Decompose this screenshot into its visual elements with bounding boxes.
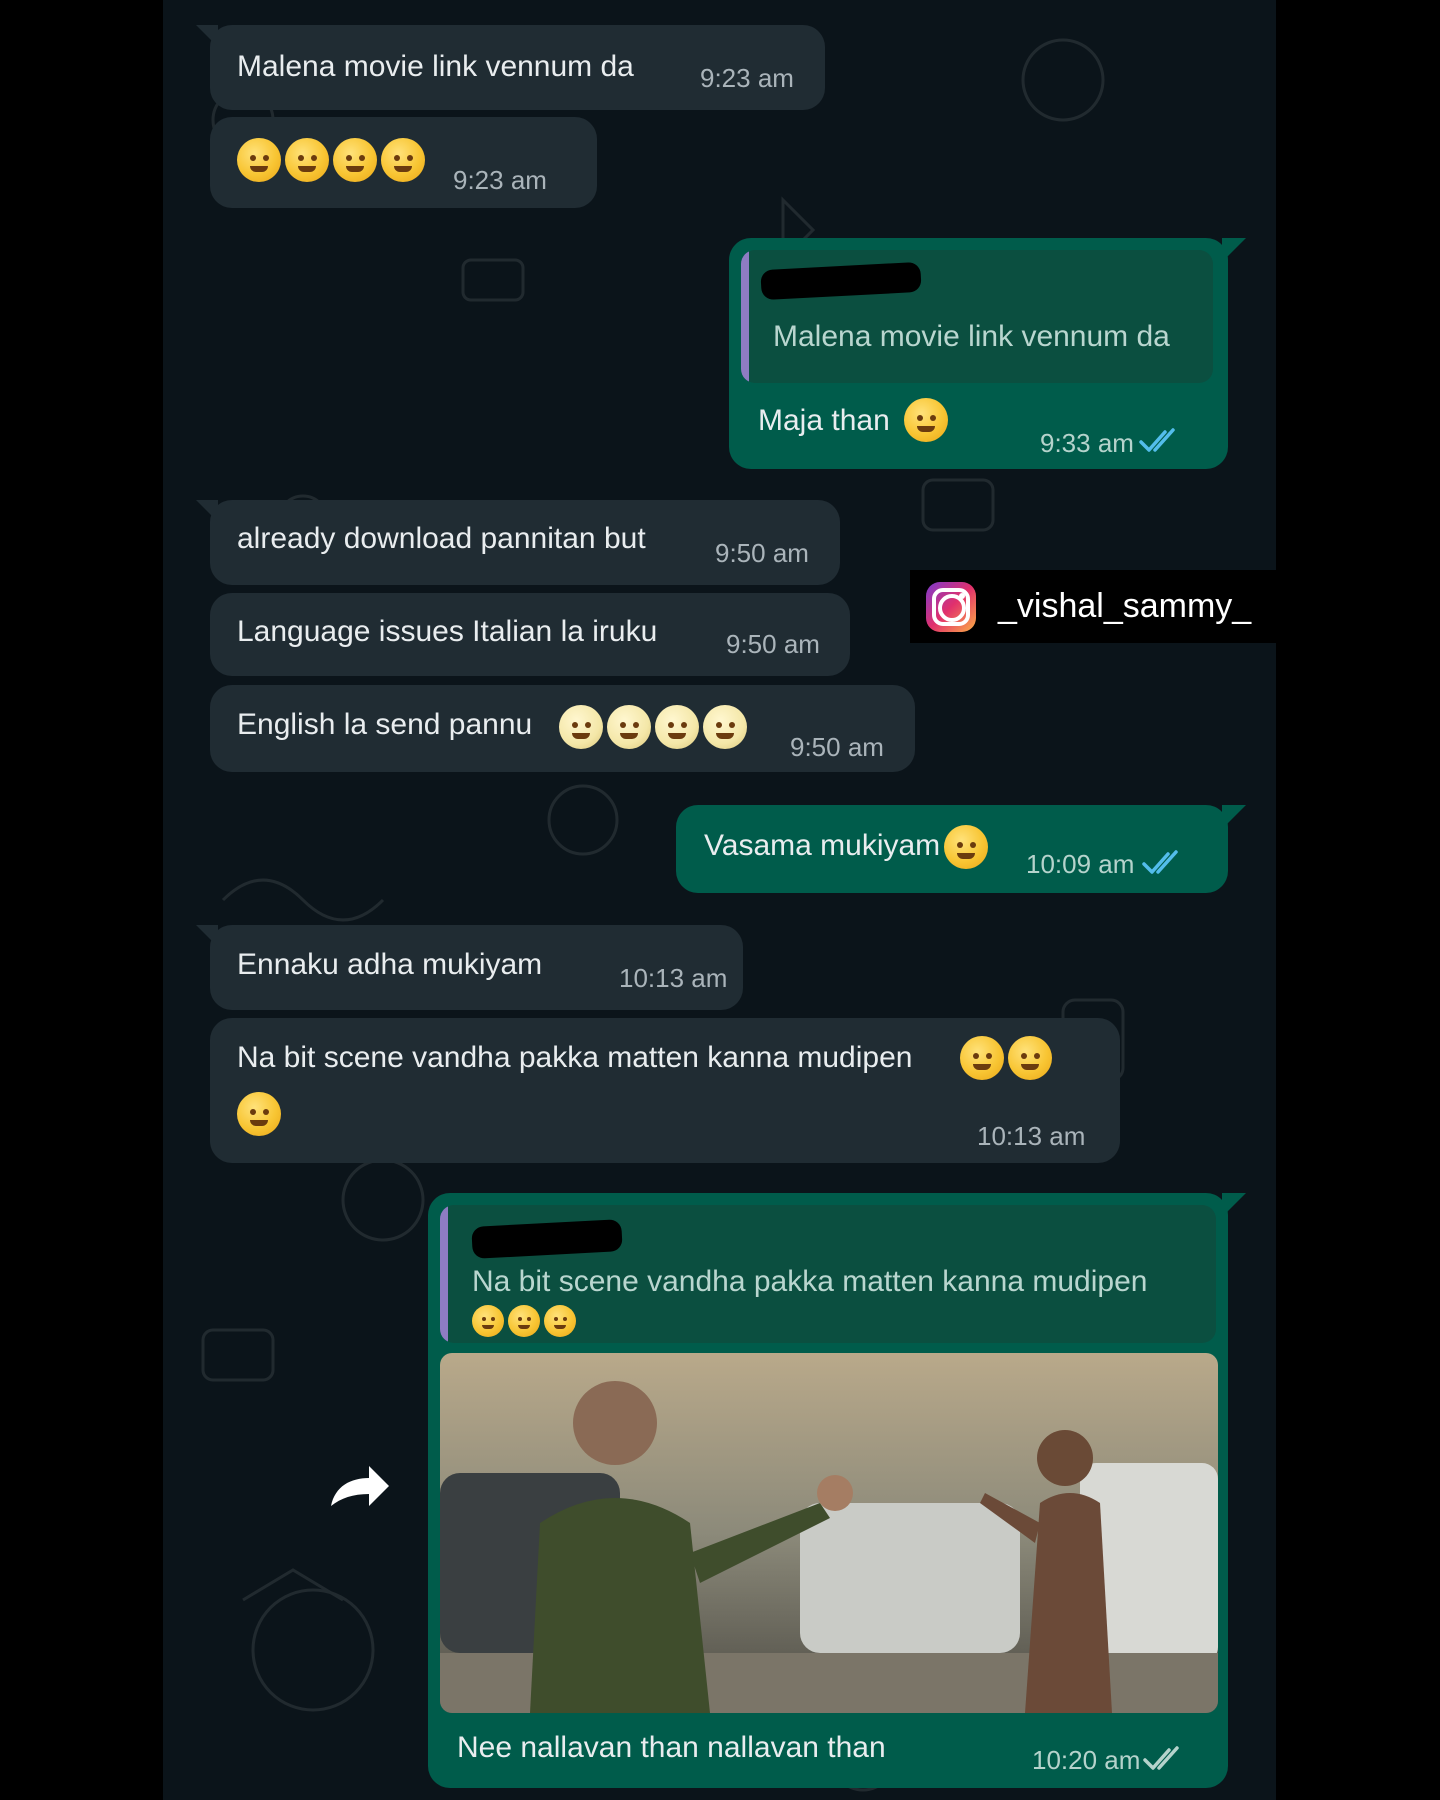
message-text: Maja than [758, 404, 890, 437]
redacted-name [471, 1219, 623, 1259]
message-bubble-outgoing[interactable]: Na bit scene vandha pakka matten kanna m… [428, 1193, 1246, 1788]
message-emoji-row [559, 705, 751, 749]
smiling-face-emoji [237, 138, 281, 182]
redacted-name [760, 261, 922, 301]
message-time: 10:20 am [1032, 1745, 1141, 1775]
moon-face-emoji [703, 705, 747, 749]
smiling-face-emoji [381, 138, 425, 182]
moon-face-emoji [559, 705, 603, 749]
message-bubble-incoming[interactable]: already download pannitan but 9:50 am [196, 500, 840, 585]
instagram-handle: _vishal_sammy_ [998, 587, 1252, 625]
message-time: 9:23 am [453, 165, 547, 195]
message-bubble-incoming[interactable]: Ennaku adha mukiyam 10:13 am [196, 925, 743, 1010]
message-emoji-row [960, 1036, 1056, 1080]
message-time: 10:09 am [1026, 849, 1135, 879]
message-time: 9:50 am [715, 538, 809, 568]
forward-arrow-icon[interactable] [325, 1456, 395, 1516]
message-bubble-incoming[interactable]: 9:23 am [210, 117, 597, 208]
message-time: 9:33 am [1040, 428, 1134, 458]
laughing-tears-emoji [904, 398, 948, 442]
quote-bar [741, 250, 749, 383]
message-time: 9:23 am [700, 63, 794, 93]
quoted-message[interactable]: Malena movie link vennum da [741, 250, 1213, 383]
message-bubble-incoming[interactable]: Language issues Italian la iruku 9:50 am [210, 593, 850, 676]
quoted-emoji-row [472, 1305, 580, 1337]
message-emoji-row [237, 138, 429, 182]
quote-bar [440, 1205, 448, 1343]
message-time: 9:50 am [790, 732, 884, 762]
bubble-tail [196, 25, 218, 47]
quoted-message[interactable]: Na bit scene vandha pakka matten kanna m… [440, 1205, 1216, 1343]
message-bubble-outgoing[interactable]: Malena movie link vennum da Maja than 9:… [729, 238, 1246, 469]
message-text: English la send pannu [237, 708, 533, 741]
face-with-peeking-eye-emoji [1008, 1036, 1052, 1080]
moon-face-emoji [607, 705, 651, 749]
face-with-peeking-eye-emoji [237, 1092, 281, 1136]
moon-face-emoji [655, 705, 699, 749]
image-caption: Nee nallavan than nallavan than [457, 1731, 886, 1764]
rolling-laughing-emoji [944, 825, 988, 869]
media-image[interactable] [440, 1353, 1218, 1713]
bubble-tail [196, 500, 218, 522]
quoted-text: Na bit scene vandha pakka matten kanna m… [472, 1265, 1148, 1298]
bubble-tail [1222, 1193, 1246, 1217]
message-bubble-incoming[interactable]: Na bit scene vandha pakka matten kanna m… [210, 1018, 1120, 1163]
bubble-tail [196, 925, 218, 947]
double-check-icon [1143, 1746, 1179, 1770]
quoted-text: Malena movie link vennum da [773, 320, 1170, 353]
message-bubble-incoming[interactable]: Malena movie link vennum da 9:23 am [196, 25, 825, 110]
smiling-face-emoji [333, 138, 377, 182]
double-check-icon [1142, 850, 1178, 874]
bubble-tail [1222, 805, 1246, 829]
message-text: already download pannitan but [237, 522, 646, 555]
face-with-peeking-eye-emoji [508, 1305, 540, 1337]
message-bubble-incoming[interactable]: English la send pannu 9:50 am [210, 685, 915, 772]
face-with-peeking-eye-emoji [472, 1305, 504, 1337]
chat-area[interactable]: Malena movie link vennum da 9:23 am 9:23… [163, 0, 1276, 1800]
instagram-logo-dot [959, 593, 965, 599]
message-text: Language issues Italian la iruku [237, 615, 658, 648]
message-time: 10:13 am [977, 1121, 1086, 1151]
message-text: Malena movie link vennum da [237, 50, 634, 83]
smiling-face-emoji [285, 138, 329, 182]
double-check-icon [1139, 428, 1175, 452]
message-time: 10:13 am [619, 963, 728, 993]
instagram-watermark: _vishal_sammy_ [910, 570, 1276, 643]
face-with-peeking-eye-emoji [544, 1305, 576, 1337]
face-with-peeking-eye-emoji [960, 1036, 1004, 1080]
message-text: Vasama mukiyam [704, 829, 941, 862]
message-time: 9:50 am [726, 629, 820, 659]
message-text: Ennaku adha mukiyam [237, 948, 543, 981]
message-bubble-outgoing[interactable]: Vasama mukiyam 10:09 am [676, 805, 1246, 893]
instagram-logo-icon [926, 582, 976, 632]
bubble-tail [1222, 238, 1246, 262]
message-text: Na bit scene vandha pakka matten kanna m… [237, 1041, 913, 1074]
